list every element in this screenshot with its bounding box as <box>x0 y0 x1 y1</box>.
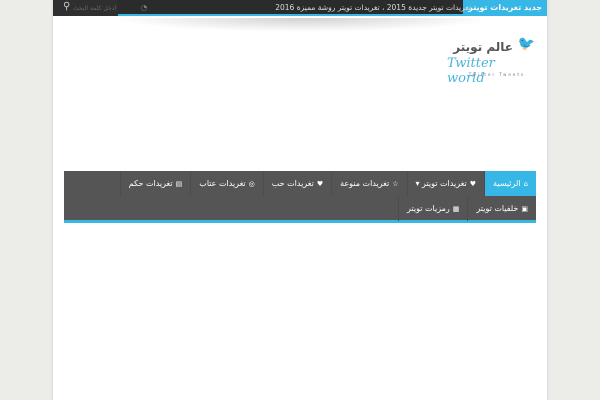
logo-tagline: Twitter Tweets <box>468 72 525 77</box>
nav-item[interactable]: ▣خلفيات تويتر <box>467 196 536 221</box>
search-icon[interactable]: ⚲ <box>63 1 70 12</box>
heart-icon: ♥ <box>316 180 324 188</box>
book-icon: ▤ <box>175 180 183 188</box>
circle-icon: ◎ <box>248 180 255 188</box>
nav-item-label: خلفيات تويتر <box>476 204 519 213</box>
twitter-icon: ♥ <box>469 180 476 188</box>
nav-item[interactable]: ☆تغريدات منوعة <box>331 171 406 196</box>
image-icon: ▣ <box>521 205 528 213</box>
nav-item-label: تغريدات تويتر ▾ <box>415 179 467 188</box>
top-bar: جديد تغريدات تويتر تغريدات تويتر جديدة 2… <box>53 0 547 16</box>
logo-english: Twitter world <box>447 56 495 86</box>
nav-item[interactable]: ♥تغريدات تويتر ▾ <box>406 171 484 196</box>
breaking-news-label: جديد تغريدات تويتر <box>463 0 547 16</box>
nav-item[interactable]: ◎تغريدات عتاب <box>190 171 263 196</box>
logo-arabic: عالم تويتر <box>453 40 513 54</box>
search-input[interactable] <box>68 0 118 16</box>
nav-item-label: رمزيات تويتر <box>407 204 450 213</box>
main-nav: ⌂الرئيسية ♥تغريدات تويتر ▾ ☆تغريدات منوعة ♥… <box>64 171 536 223</box>
site-logo[interactable]: 🐦 عالم تويتر Twitter world Twitter Tweet… <box>447 36 537 86</box>
nav-item[interactable]: ⌂الرئيسية <box>483 171 536 196</box>
nav-item-label: تغريدات عتاب <box>199 179 246 188</box>
nav-item-label: الرئيسية <box>492 179 521 188</box>
page-container: جديد تغريدات تويتر تغريدات تويتر جديدة 2… <box>53 0 547 400</box>
bird-icon: 🐦 <box>517 36 535 52</box>
nav-item[interactable]: ▦رمزيات تويتر <box>398 196 467 221</box>
nav-item[interactable]: ♥تغريدات حب <box>262 171 331 196</box>
news-ticker[interactable]: تغريدات تويتر جديدة 2015 ، تغريدات تويتر… <box>275 0 471 16</box>
briefcase-icon: ▦ <box>452 205 460 213</box>
star-icon: ☆ <box>392 180 399 188</box>
header-shadow <box>113 18 493 32</box>
nav-item-label: تغريدات حب <box>271 179 314 188</box>
search-box: ⚲ <box>53 0 118 16</box>
nav-item-label: تغريدات حكم <box>128 179 173 188</box>
home-icon: ⌂ <box>523 180 528 188</box>
nav-item[interactable]: ▤تغريدات حكم <box>119 171 191 196</box>
rss-icon[interactable]: ◔ <box>138 0 150 16</box>
nav-item-label: تغريدات منوعة <box>340 179 390 188</box>
